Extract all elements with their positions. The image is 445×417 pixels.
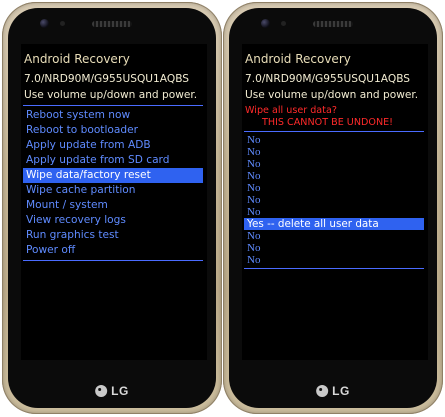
confirm-option-6[interactable]: No [244, 206, 424, 218]
instruction-text: Use volume up/down and power. [24, 89, 198, 101]
header-separator [23, 105, 203, 106]
comparison-stage: Android Recovery 7.0/NRD90M/G955USQU1AQB… [0, 0, 445, 417]
recovery-title: Android Recovery [24, 52, 130, 66]
menu-bottom-separator [23, 260, 203, 261]
confirm-option-3[interactable]: No [244, 170, 424, 182]
proximity-sensor-icon [281, 21, 286, 26]
build-string: 7.0/NRD90M/G955USQU1AQBS [245, 73, 410, 85]
front-camera-icon [40, 19, 49, 28]
lg-logo: LG [316, 384, 350, 398]
confirm-option-1[interactable]: No [244, 146, 424, 158]
right-phone-bezel: Android Recovery 7.0/NRD90M/G955USQU1AQB… [229, 8, 437, 408]
build-string: 7.0/NRD90M/G955USQU1AQBS [24, 73, 189, 85]
recovery-menu-item-6[interactable]: Mount / system [23, 198, 203, 213]
recovery-menu: Reboot system now Reboot to bootloader App… [23, 108, 203, 258]
confirm-option-9[interactable]: No [244, 242, 424, 254]
recovery-menu-item-2[interactable]: Apply update from ADB [23, 138, 203, 153]
confirm-option-7[interactable]: Yes -- delete all user data [244, 218, 424, 230]
menu-bottom-separator [244, 268, 424, 269]
right-recovery-screen: Android Recovery 7.0/NRD90M/G955USQU1AQB… [242, 44, 428, 360]
recovery-menu-item-5[interactable]: Wipe cache partition [23, 183, 203, 198]
recovery-menu-item-1[interactable]: Reboot to bootloader [23, 123, 203, 138]
instruction-text: Use volume up/down and power. [245, 89, 419, 101]
confirm-option-0[interactable]: No [244, 134, 424, 146]
right-phone: Android Recovery 7.0/NRD90M/G955USQU1AQB… [223, 2, 443, 414]
left-phone: Android Recovery 7.0/NRD90M/G955USQU1AQB… [2, 2, 222, 414]
confirm-option-5[interactable]: No [244, 194, 424, 206]
speaker-grille-icon [313, 21, 353, 27]
left-recovery-screen: Android Recovery 7.0/NRD90M/G955USQU1AQB… [21, 44, 207, 360]
recovery-menu-item-7[interactable]: View recovery logs [23, 213, 203, 228]
recovery-menu-item-0[interactable]: Reboot system now [23, 108, 203, 123]
confirm-option-8[interactable]: No [244, 230, 424, 242]
recovery-menu-item-9[interactable]: Power off [23, 243, 203, 258]
header-separator [244, 131, 424, 132]
brand-text: LG [332, 384, 350, 398]
proximity-sensor-icon [60, 21, 65, 26]
confirm-option-2[interactable]: No [244, 158, 424, 170]
confirm-option-4[interactable]: No [244, 182, 424, 194]
confirm-menu: No No No No No No No Yes -- delete all user dat… [244, 134, 424, 266]
recovery-menu-item-4[interactable]: Wipe data/factory reset [23, 168, 203, 183]
lg-logo-icon [316, 385, 329, 397]
brand-text: LG [111, 384, 129, 398]
lg-logo-icon [95, 385, 108, 397]
front-camera-icon [261, 19, 270, 28]
recovery-menu-item-8[interactable]: Run graphics test [23, 228, 203, 243]
left-phone-bezel: Android Recovery 7.0/NRD90M/G955USQU1AQB… [8, 8, 216, 408]
recovery-title: Android Recovery [245, 52, 351, 66]
speaker-grille-icon [92, 21, 132, 27]
wipe-question-text: Wipe all user data? [245, 105, 337, 116]
lg-logo: LG [95, 384, 129, 398]
recovery-menu-item-3[interactable]: Apply update from SD card [23, 153, 203, 168]
irreversible-warning-text: THIS CANNOT BE UNDONE! [262, 117, 394, 128]
confirm-option-10[interactable]: No [244, 254, 424, 266]
